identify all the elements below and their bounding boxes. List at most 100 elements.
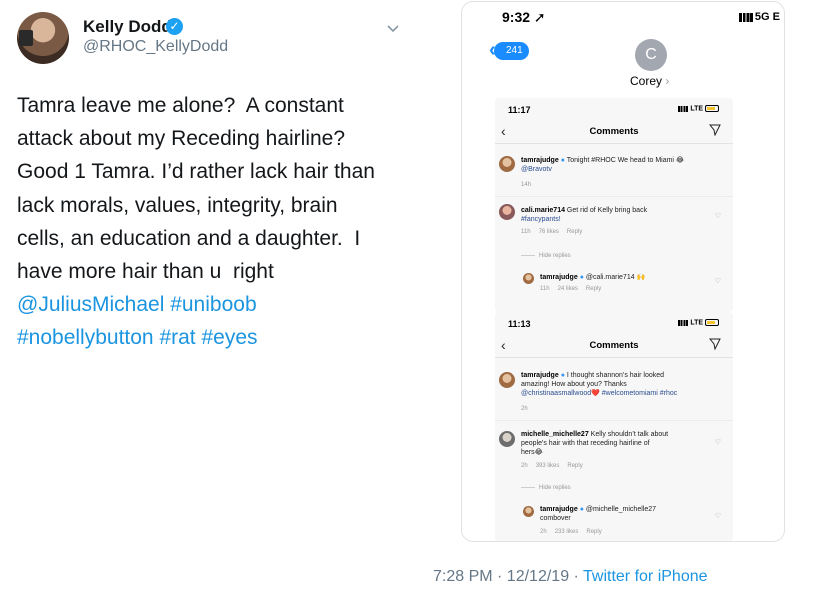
back-badge-count[interactable]: 241	[494, 42, 529, 60]
phone-status-time: 9:32 ➚	[502, 9, 546, 25]
comment-text: cali.marie714 Get rid of Kelly bring bac…	[521, 206, 701, 224]
comment-line: people's hair with that receding hairlin…	[521, 440, 650, 447]
battery-icon	[705, 105, 719, 112]
username[interactable]: tamrajudge	[540, 274, 578, 281]
reply-age: 2h	[540, 529, 547, 535]
send-icon[interactable]	[709, 124, 721, 136]
tag-links[interactable]: @christinaasmallwood❤️ #welcometomiami #…	[521, 390, 677, 397]
instagram-screenshot-2: 11:13 LTE ‹ Comments tamrajudge ● I thou…	[495, 312, 733, 541]
caption-text: tamrajudge ● Tonight #RHOC We head to Mi…	[521, 156, 701, 174]
reply-age: 11h	[540, 286, 550, 292]
contact-name[interactable]: Corey ›	[630, 74, 669, 88]
phone-time: 9:32	[502, 9, 531, 25]
instagram-screenshot-1: 11:17 LTE ‹ Comments tamrajudge ● Tonigh…	[495, 98, 733, 312]
reply-line: combover	[540, 515, 571, 522]
likes-count[interactable]: 76 likes	[539, 229, 559, 235]
likes-count[interactable]: 393 likes	[536, 463, 560, 469]
reply: @cali.marie714 🙌	[583, 274, 646, 281]
tweet-line: Tamra leave me alone? A constant	[17, 94, 344, 117]
reply-meta: 11h 24 likes Reply	[540, 286, 609, 292]
tweet-line: have more hair than u right	[17, 260, 274, 284]
ins-status-right: LTE	[678, 319, 719, 326]
tweet-source-link[interactable]: Twitter for iPhone	[583, 568, 708, 585]
contact-name-label: Corey	[630, 74, 663, 88]
post-age: 2h	[521, 406, 528, 412]
send-icon[interactable]	[709, 338, 721, 350]
display-name[interactable]: Kelly Dodd	[83, 17, 172, 37]
signal-icon	[738, 12, 753, 22]
username[interactable]: cali.marie714	[521, 207, 565, 214]
username[interactable]: tamrajudge	[521, 157, 559, 164]
likes-count[interactable]: 24 likes	[558, 286, 578, 292]
reply-button[interactable]: Reply	[567, 463, 582, 469]
comment-meta: 2h 393 likes Reply	[521, 463, 591, 469]
chevron-right-icon: ›	[665, 74, 670, 88]
username[interactable]: tamrajudge	[521, 372, 559, 379]
caption-text: tamrajudge ● I thought shannon’s hair lo…	[521, 371, 701, 398]
heart-icon[interactable]: ♡	[715, 277, 721, 285]
avatar[interactable]	[499, 372, 515, 388]
ins-title: Comments	[589, 126, 639, 137]
tweet-line: attack about my Receding hairline?	[17, 127, 346, 151]
tweet-links-hashtags[interactable]: #nobellybutton #rat #eyes	[17, 321, 437, 354]
tag-link[interactable]: @Bravotv	[521, 166, 552, 173]
username[interactable]: tamrajudge	[540, 506, 578, 513]
caption-line: amazing! How about you? Thanks	[521, 381, 627, 388]
avatar[interactable]	[499, 156, 515, 172]
tweet-line: cells, an education and a daughter. I	[17, 226, 361, 250]
reply-meta: 2h 233 likes Reply	[540, 529, 610, 535]
heart-icon[interactable]: ♡	[715, 512, 721, 520]
likes-count[interactable]: 233 likes	[555, 529, 579, 535]
contact-avatar[interactable]: C	[635, 39, 667, 71]
comment-line: hers😂	[521, 449, 543, 456]
reply-text: tamrajudge ● @cali.marie714 🙌	[540, 273, 700, 282]
avatar[interactable]	[523, 506, 534, 517]
caption: Tonight #RHOC We head to Miami 😂	[564, 157, 685, 164]
reply-button[interactable]: Reply	[586, 286, 601, 292]
username[interactable]: michelle_michelle27	[521, 431, 589, 438]
tweet-date: 7:28 PM · 12/12/19 ·	[433, 568, 584, 585]
battery-icon	[705, 319, 719, 326]
comment-age: 11h	[521, 229, 531, 235]
reply-text: tamrajudge ● @michelle_michelle27 combove…	[540, 505, 700, 523]
hide-replies-button[interactable]: Hide replies	[521, 253, 571, 259]
hashtag-link[interactable]: #fancypants!	[521, 216, 561, 223]
signal-icon	[678, 105, 689, 112]
ins-status-bar: 11:17 LTE	[495, 98, 733, 120]
heart-icon[interactable]: ♡	[715, 212, 721, 220]
divider	[495, 420, 733, 421]
tweet-text: Tamra leave me alone? A constant attack …	[17, 89, 437, 355]
hide-replies-button[interactable]: Hide replies	[521, 485, 571, 491]
post-age: 14h	[521, 182, 532, 188]
comment-line: Kelly shouldn’t talk about	[588, 431, 669, 438]
ins-time: 11:13	[508, 319, 531, 329]
comment-meta: 11h 76 likes Reply	[521, 229, 590, 235]
ins-network: LTE	[690, 319, 704, 327]
ins-title: Comments	[589, 340, 639, 351]
avatar[interactable]	[499, 431, 515, 447]
user-handle[interactable]: @RHOC_KellyDodd	[83, 38, 228, 56]
reply-button[interactable]: Reply	[586, 529, 601, 535]
reply-button[interactable]: Reply	[567, 229, 582, 235]
profile-avatar[interactable]	[17, 12, 69, 64]
heart-icon[interactable]: ♡	[715, 438, 721, 446]
avatar[interactable]	[523, 273, 534, 284]
reply-line: @michelle_michelle27	[583, 506, 657, 513]
network-label: 5G E	[754, 11, 780, 23]
post-meta: 14h	[521, 182, 539, 188]
tweet-line: lack morals, values, integrity, brain	[17, 193, 338, 217]
comment-text: michelle_michelle27 Kelly shouldn’t talk…	[521, 430, 701, 457]
avatar[interactable]	[499, 204, 515, 220]
ins-status-bar: 11:13 LTE	[495, 312, 733, 334]
comment: Get rid of Kelly bring back	[564, 207, 648, 214]
chevron-down-icon[interactable]	[386, 22, 400, 36]
comment-age: 2h	[521, 463, 528, 469]
ins-status-right: LTE	[678, 105, 719, 112]
phone-status-right: 5G E	[738, 11, 780, 23]
ins-header: ‹ Comments	[495, 120, 733, 144]
ins-header: ‹ Comments	[495, 334, 733, 358]
tweet-links-mention-hashtag[interactable]: @JuliusMichael #uniboob	[17, 288, 437, 321]
attached-screenshot[interactable]: 9:32 ➚ 5G E ‹ 241 C Corey › 11:17 LTE ‹ …	[461, 1, 785, 542]
post-meta: 2h	[521, 406, 536, 412]
divider	[495, 196, 733, 197]
